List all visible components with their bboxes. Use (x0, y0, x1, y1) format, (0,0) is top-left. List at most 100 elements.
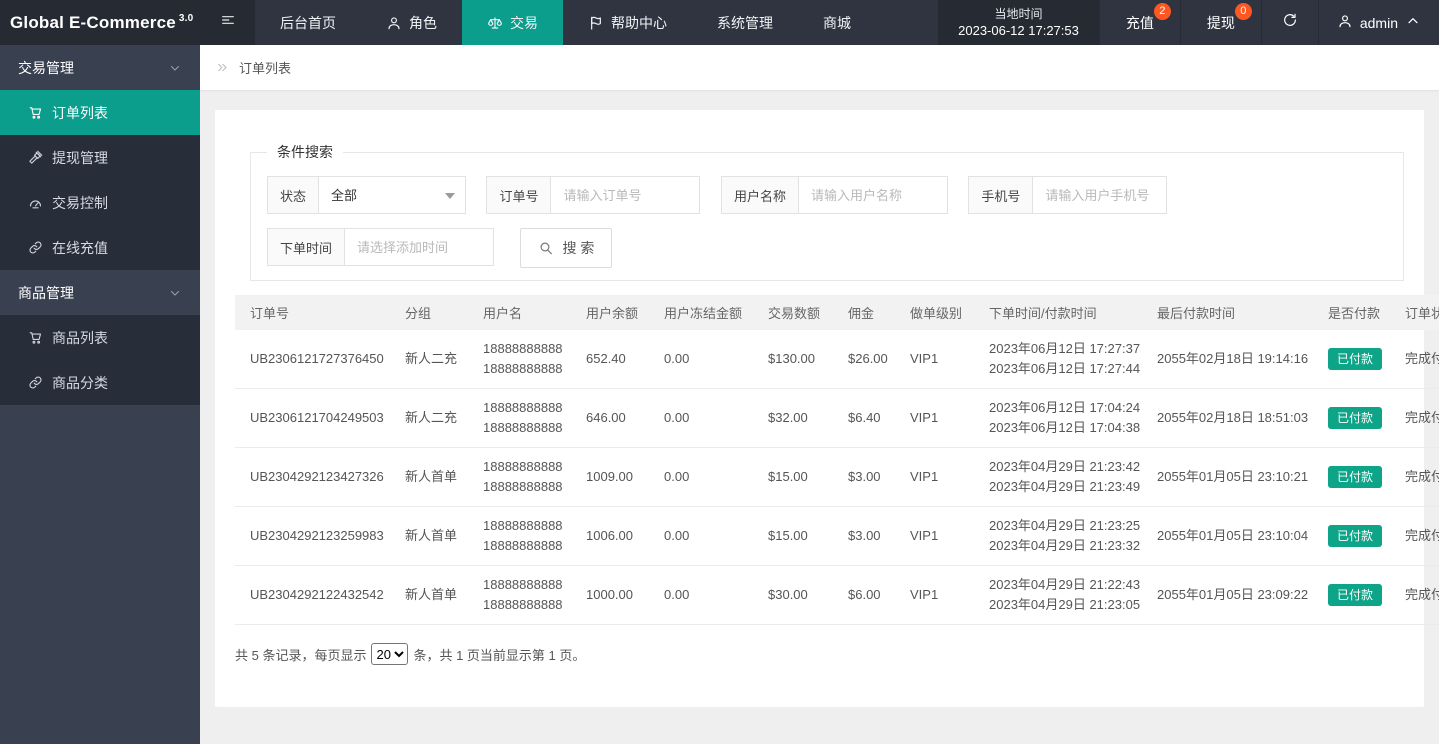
content: 条件搜索 状态 全部 订单号 用户名称 手机号 (200, 90, 1439, 727)
level-cell: VIP1 (895, 506, 974, 566)
recharge-label: 充值 (1125, 14, 1154, 31)
column-header: 做单级别 (895, 295, 974, 330)
top-menu: 后台首页 角色 交易 帮助中心 系统管理 商城 (255, 0, 876, 45)
chevron-down-icon (168, 286, 182, 300)
top-menu-item-label: 帮助中心 (611, 14, 667, 31)
page-title: 订单列表 (239, 61, 292, 76)
order-no-cell: UB2304292122432542 (235, 565, 390, 625)
withdraw-button[interactable]: 提现 0 (1179, 0, 1261, 45)
table-row: UB2306121727376450 新人二充 18888888888 1888888… (235, 330, 1439, 389)
flag-icon (588, 15, 604, 31)
sidebar-item-label: 在线充值 (52, 239, 108, 256)
sidebar-item[interactable]: 在线充值 (0, 225, 200, 270)
user-menu[interactable]: admin (1317, 0, 1439, 45)
sidebar-item[interactable]: 订单列表 (0, 90, 200, 135)
sidebar-item[interactable]: 交易控制 (0, 180, 200, 225)
recharge-button[interactable]: 充值 2 (1098, 0, 1180, 45)
balance-cell: 1000.00 (571, 565, 649, 625)
withdraw-badge: 0 (1234, 3, 1252, 20)
username-filter: 用户名称 (720, 176, 948, 214)
status-cell: 完成付款 (1390, 388, 1439, 448)
user-icon (1337, 13, 1353, 32)
paid-status-badge: 已付款 (1328, 407, 1383, 429)
top-menu-item[interactable]: 角色 (361, 0, 462, 45)
last-pay-cell: 2055年01月05日 23:09:22 (1142, 565, 1313, 625)
order-time-input[interactable] (344, 228, 495, 266)
top-menu-item-label: 后台首页 (280, 14, 336, 31)
order-no-input[interactable] (550, 176, 701, 214)
main-area: 订单列表 条件搜索 状态 全部 订单号 用户名称 (200, 45, 1439, 744)
column-header: 是否付款 (1313, 295, 1390, 330)
phone-filter: 手机号 (968, 176, 1168, 214)
link-icon (28, 240, 43, 255)
topbar: Global E-Commerce 3.0 后台首页 角色 交易 帮助中心 系统管理 商城… (0, 0, 1439, 45)
phone-input[interactable] (1032, 176, 1168, 214)
refresh-icon (1282, 12, 1298, 33)
balance-cell: 1006.00 (571, 506, 649, 566)
chevron-down-icon (168, 61, 182, 75)
double-chevron-icon (215, 60, 230, 75)
pagination-suffix: 条，共 1 页当前显示第 1 页。 (413, 647, 586, 663)
top-menu-item[interactable]: 系统管理 (692, 0, 798, 45)
local-time-value: 2023-06-12 17:27:53 (958, 23, 1079, 38)
search-icon (538, 240, 554, 256)
search-button[interactable]: 搜 索 (520, 228, 613, 268)
level-cell: VIP1 (895, 330, 974, 389)
sidebar-item[interactable]: 提现管理 (0, 135, 200, 180)
top-menu-item[interactable]: 商城 (798, 0, 876, 45)
gauge-icon (28, 195, 43, 210)
top-menu-item[interactable]: 帮助中心 (563, 0, 692, 45)
username-cell: 18888888888 18888888888 (468, 388, 571, 448)
paid-cell: 已付款 (1313, 330, 1390, 389)
sidebar-submenu: 商品列表商品分类 (0, 315, 200, 405)
phone-label: 手机号 (968, 176, 1033, 214)
status-cell: 完成付款 (1390, 447, 1439, 507)
search-legend: 条件搜索 (277, 144, 333, 160)
per-page-select[interactable]: 20 (371, 643, 409, 665)
last-pay-cell: 2055年02月18日 19:14:16 (1142, 330, 1313, 389)
sidebar-submenu: 订单列表 提现管理 交易控制在线充值 (0, 90, 200, 270)
order-no-cell: UB2306121727376450 (235, 330, 390, 389)
group-cell: 新人首单 (390, 506, 468, 566)
paid-cell: 已付款 (1313, 506, 1390, 566)
group-cell: 新人首单 (390, 565, 468, 625)
sidebar-item-label: 商品分类 (52, 374, 108, 391)
refresh-button[interactable] (1260, 0, 1318, 45)
top-menu-item[interactable]: 交易 (462, 0, 563, 45)
last-pay-cell: 2055年02月18日 18:51:03 (1142, 388, 1313, 448)
sidebar-item[interactable]: 商品分类 (0, 360, 200, 405)
username-label: 用户名称 (720, 176, 798, 214)
group-cell: 新人首单 (390, 447, 468, 507)
frozen-cell: 0.00 (649, 565, 753, 625)
top-menu-item[interactable]: 后台首页 (255, 0, 361, 45)
balance-cell: 652.40 (571, 330, 649, 389)
sidebar: 交易管理 订单列表 提现管理 交易控制在线充值商品管理 商品列表商品分类 (0, 45, 200, 744)
status-cell: 完成付款 (1390, 565, 1439, 625)
recharge-badge: 2 (1153, 3, 1171, 20)
sidebar-item[interactable]: 商品列表 (0, 315, 200, 360)
level-cell: VIP1 (895, 388, 974, 448)
username-cell: 18888888888 18888888888 (468, 330, 571, 389)
last-pay-cell: 2055年01月05日 23:10:04 (1142, 506, 1313, 566)
app-logo: Global E-Commerce 3.0 (0, 0, 200, 45)
order-no-filter: 订单号 (486, 176, 701, 214)
search-button-label: 搜 索 (562, 240, 595, 256)
paid-status-badge: 已付款 (1328, 584, 1383, 606)
sidebar-toggle-button[interactable] (200, 0, 255, 45)
column-header: 用户名 (468, 295, 571, 330)
order-time-cell: 2023年06月12日 17:27:37 2023年06月12日 17:27:44 (974, 330, 1142, 389)
frozen-cell: 0.00 (649, 388, 753, 448)
gavel-icon (28, 150, 43, 165)
order-no-cell: UB2306121704249503 (235, 388, 390, 448)
sidebar-group-header[interactable]: 交易管理 (0, 45, 200, 90)
local-time-label: 当地时间 (994, 7, 1043, 21)
balance-cell: 1009.00 (571, 447, 649, 507)
sidebar-group-header[interactable]: 商品管理 (0, 270, 200, 315)
status-select[interactable]: 全部 (318, 176, 467, 214)
username-input[interactable] (797, 176, 948, 214)
status-cell: 完成付款 (1390, 506, 1439, 566)
level-cell: VIP1 (895, 447, 974, 507)
paid-status-badge: 已付款 (1328, 525, 1383, 547)
orders-table: 订单号 分组 用户名 用户余额 用户冻结金额 交易数额 佣金 做单级别 下单时间/付款时间 最后付… (235, 295, 1439, 625)
column-header: 最后付款时间 (1142, 295, 1313, 330)
